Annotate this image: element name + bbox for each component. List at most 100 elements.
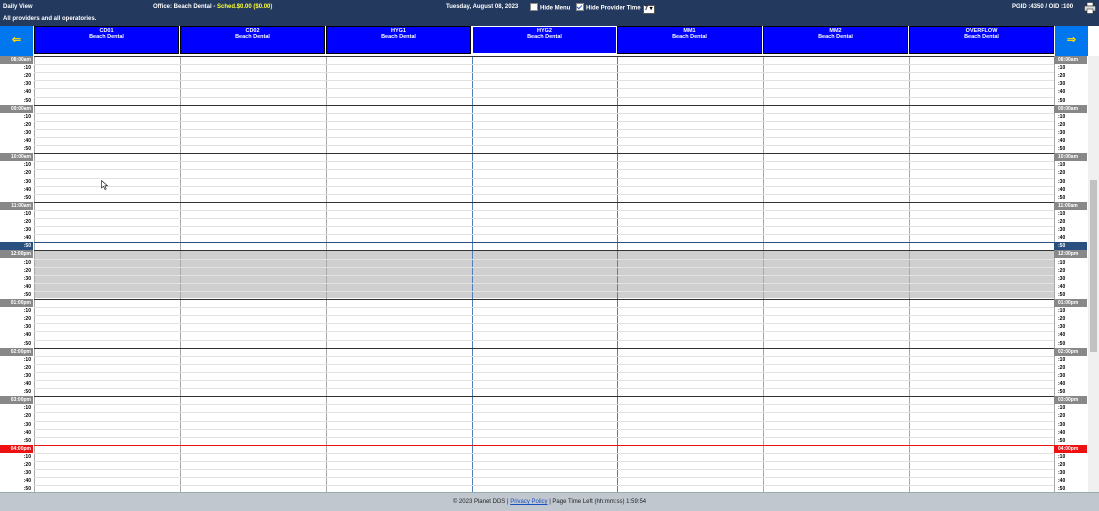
print-icon[interactable] [1084, 2, 1096, 14]
time-label-left: 08:00am [0, 56, 33, 64]
time-row-line [34, 299, 1054, 300]
operatory-header-mm1[interactable]: MM1 Beach Dental [617, 26, 762, 54]
time-row-line [34, 364, 1054, 365]
time-row-line [34, 380, 1054, 381]
operatory-header: ⇐ ⇒ CD01 Beach Dental CD02 Beach Dental HYG1… [0, 26, 1099, 56]
time-row-line [34, 145, 1054, 146]
scrollbar-thumb[interactable] [1090, 180, 1097, 352]
time-label-right: :50 [1058, 341, 1066, 347]
time-label-left: :30 [23, 324, 31, 330]
time-label-left: :50 [23, 389, 31, 395]
time-label-left: :40 [23, 187, 31, 193]
time-label-right: :20 [1058, 73, 1066, 79]
time-label-right: :30 [1058, 130, 1066, 136]
operatory-header-mm2[interactable]: MM2 Beach Dental [763, 26, 908, 54]
hide-menu-checkbox[interactable] [530, 3, 538, 11]
operatory-header-cd01[interactable]: CD01 Beach Dental [34, 26, 179, 54]
time-label-left: :20 [23, 268, 31, 274]
time-row-line [34, 283, 1054, 284]
time-label-left: 11:00am [0, 202, 33, 210]
interval-select[interactable]: 7 ▾ [642, 4, 655, 14]
time-label-right: :10 [1058, 65, 1066, 71]
time-label-right: :30 [1058, 324, 1066, 330]
time-row-line [34, 331, 1054, 332]
arrow-left-icon[interactable]: ⇐ [0, 26, 33, 56]
time-row-line [34, 259, 1054, 260]
time-row-line [34, 388, 1054, 389]
operatory-header-overflow[interactable]: OVERFLOW Beach Dental [909, 26, 1054, 54]
time-label-right: :40 [1058, 332, 1066, 338]
time-label-right: :10 [1058, 405, 1066, 411]
pgid-oid: PGID :4350 / OID :100 [1012, 4, 1074, 10]
time-row-line [34, 267, 1054, 268]
time-row-line [34, 113, 1054, 114]
time-label-left: :50 [23, 486, 31, 492]
time-row-line [34, 453, 1054, 454]
arrow-right-icon[interactable]: ⇒ [1055, 26, 1088, 56]
hide-provider-time-option[interactable]: Hide Provider Time 7 ▾ [576, 3, 655, 14]
schedule-grid[interactable]: 08:00am 08:00am:10:10:20:20:30:30:40:40:5… [0, 56, 1099, 492]
time-label-right: :50 [1058, 195, 1066, 201]
time-label-right: :20 [1058, 170, 1066, 176]
privacy-policy-link[interactable]: Privacy Policy [510, 499, 547, 505]
copyright-text: © 2023 Planet DDS | [452, 499, 511, 505]
time-label-left: :30 [23, 470, 31, 476]
footer: © 2023 Planet DDS | Privacy Policy | Pag… [0, 492, 1099, 511]
time-label-left: :20 [23, 170, 31, 176]
operatory-header-hyg1[interactable]: HYG1 Beach Dental [326, 26, 471, 54]
time-row-line [34, 485, 1054, 486]
time-label-left: :10 [23, 114, 31, 120]
operatory-office: Beach Dental [381, 34, 416, 40]
operatory-header-hyg2[interactable]: HYG2 Beach Dental [472, 26, 617, 54]
time-row-line [34, 137, 1054, 138]
interval-select-value: 7 [644, 5, 648, 12]
time-label-left: :30 [23, 276, 31, 282]
time-label-left: :50 [23, 195, 31, 201]
time-label-right: :10 [1058, 211, 1066, 217]
time-row-line [34, 323, 1054, 324]
time-label-right: :30 [1058, 276, 1066, 282]
time-label-left: :20 [23, 316, 31, 322]
mouse-cursor-icon [101, 180, 109, 190]
time-label-right: :10 [1058, 454, 1066, 460]
hide-provider-time-checkbox[interactable] [576, 3, 584, 11]
office-info: Office: Beach Dental - Sched.$0.00 ($0.0… [153, 4, 272, 10]
time-label-left: 02:00pm [0, 348, 33, 356]
time-row-line [34, 80, 1054, 81]
time-label-right: :20 [1058, 219, 1066, 225]
time-row-line [34, 275, 1054, 276]
time-label-right: :50 [1058, 389, 1066, 395]
time-label-right: :30 [1058, 422, 1066, 428]
hide-menu-option[interactable]: Hide Menu [530, 3, 571, 12]
time-label-left: 03:00pm [0, 396, 33, 404]
time-row-line [34, 56, 1054, 57]
vertical-scrollbar[interactable] [1088, 56, 1099, 492]
time-row-line [34, 477, 1054, 478]
sched-amount[interactable]: Sched.$0.00 ($0.00) [217, 4, 272, 10]
time-row-line [34, 121, 1054, 122]
time-label-right: :10 [1058, 357, 1066, 363]
time-row-line [34, 412, 1054, 413]
time-row-line [34, 64, 1054, 65]
time-label-right: :10 [1058, 308, 1066, 314]
time-label-left: :30 [23, 422, 31, 428]
time-label-left: :20 [23, 219, 31, 225]
time-label-left: :40 [23, 235, 31, 241]
time-row-line [34, 307, 1054, 308]
time-row-line [34, 186, 1054, 187]
time-label-right: :30 [1058, 470, 1066, 476]
time-row-line [34, 153, 1054, 154]
time-label-right: :40 [1058, 138, 1066, 144]
time-row-line [34, 291, 1054, 292]
time-label-left: :30 [23, 373, 31, 379]
time-label-right: 02:00pm [1054, 348, 1087, 356]
time-row-line [34, 210, 1054, 211]
hide-menu-label: Hide Menu [540, 5, 571, 12]
time-label-right: :30 [1058, 373, 1066, 379]
time-label-right: :50 [1058, 98, 1066, 104]
time-row-line [34, 348, 1054, 349]
operatory-office: Beach Dental [818, 34, 853, 40]
time-label-left: :50 [23, 341, 31, 347]
time-label-left: :50 [23, 98, 31, 104]
operatory-header-cd02[interactable]: CD02 Beach Dental [180, 26, 325, 54]
